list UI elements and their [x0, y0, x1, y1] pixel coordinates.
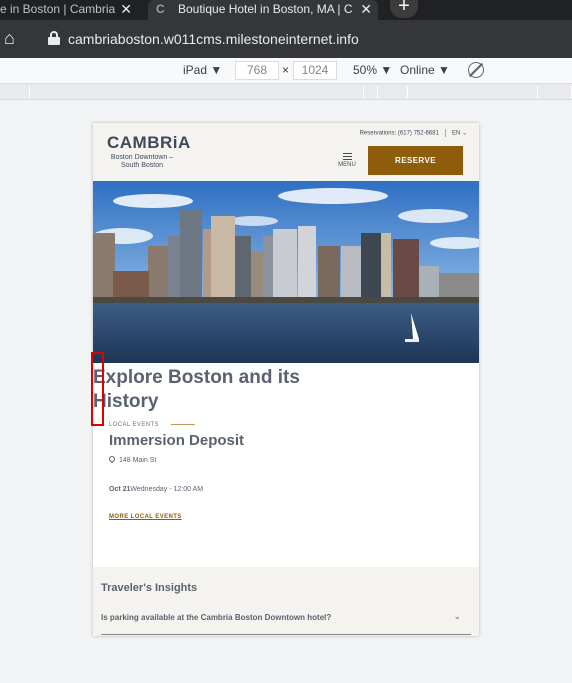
logo[interactable]: CAMBRiA Boston Downtown – South Boston — [107, 133, 197, 170]
network-select[interactable]: Online ▼ — [400, 63, 450, 77]
more-local-events-link[interactable]: MORE LOCAL EVENTS — [109, 514, 182, 520]
favicon-icon: C — [156, 2, 165, 16]
ruler-segment[interactable] — [408, 86, 538, 98]
language-select[interactable]: EN ⌄ — [452, 131, 467, 137]
ruler-segment[interactable] — [364, 86, 378, 98]
lock-icon[interactable] — [48, 31, 60, 45]
logo-subtitle: Boston Downtown – South Boston — [110, 154, 174, 169]
tab-inactive[interactable]: e in Boston | Cambria ✕ — [0, 0, 140, 20]
ruler-segment[interactable] — [30, 86, 364, 98]
hero-image-boston-skyline — [93, 181, 479, 363]
tab-active[interactable]: C Boutique Hotel in Boston, MA | C ✕ — [148, 0, 378, 20]
rotate-icon[interactable] — [468, 62, 484, 78]
device-height-input[interactable]: 1024 — [293, 61, 337, 80]
tab-title: e in Boston | Cambria — [0, 2, 116, 16]
event-time: Wednesday - 12:00 AM — [130, 486, 204, 493]
insights-heading: Traveler's Insights — [101, 582, 198, 594]
zoom-value: 50% — [353, 63, 378, 77]
event-address-row: 148 Main St — [107, 454, 157, 464]
travelers-insights-section: Traveler's Insights Is parking available… — [93, 567, 479, 636]
chevron-down-icon[interactable]: ⌄ — [453, 611, 461, 622]
media-query-ruler — [0, 84, 572, 100]
event-address: 148 Main St — [119, 457, 157, 464]
dimension-x-label: × — [282, 63, 290, 77]
zoom-select[interactable]: 50% ▼ — [353, 63, 392, 77]
ruler-segment[interactable] — [538, 86, 572, 98]
ruler-segment[interactable] — [0, 86, 30, 98]
tab-strip: e in Boston | Cambria ✕ C Boutique Hotel… — [0, 0, 572, 20]
faq-divider — [101, 634, 471, 635]
home-icon[interactable]: ⌂ — [4, 28, 24, 48]
highlight-box — [91, 352, 104, 426]
new-tab-plus-icon[interactable]: + — [390, 0, 418, 18]
close-tab-icon[interactable]: ✕ — [360, 0, 372, 18]
logo-brand: CAMBRiA — [107, 133, 191, 152]
event-name[interactable]: Immersion Deposit — [109, 432, 244, 449]
tab-title: Boutique Hotel in Boston, MA | C — [178, 2, 353, 16]
hamburger-icon — [342, 153, 352, 160]
device-viewport: CAMBRiA Boston Downtown – South Boston R… — [93, 123, 479, 636]
address-bar: ⌂ cambriaboston.w011cms.milestoneinterne… — [0, 20, 572, 58]
close-tab-icon[interactable]: ✕ — [120, 0, 132, 18]
network-value: Online — [400, 63, 435, 77]
reserve-button[interactable]: RESERVE — [368, 146, 463, 175]
device-width-input[interactable]: 768 — [235, 61, 279, 80]
site-header: CAMBRiA Boston Downtown – South Boston R… — [93, 123, 479, 181]
menu-label: MENU — [338, 162, 356, 168]
device-toolbar: iPad ▼ 768 × 1024 50% ▼ Online ▼ — [0, 58, 572, 84]
reservation-line: Reservations: (617) 752-6681 EN ⌄ — [360, 129, 467, 137]
event-category-label: LOCAL EVENTS — [109, 422, 159, 428]
reservation-phone[interactable]: Reservations: (617) 752-6681 — [360, 131, 439, 137]
chevron-down-icon: ⌄ — [461, 130, 467, 137]
location-pin-icon — [107, 454, 117, 464]
faq-question[interactable]: Is parking available at the Cambria Bost… — [101, 613, 331, 622]
section-title: Explore Boston and its History — [93, 367, 300, 412]
new-tab-area: + — [382, 0, 572, 20]
language-label: EN — [451, 130, 461, 137]
event-label-divider — [171, 424, 195, 425]
device-name: iPad — [183, 63, 208, 77]
device-select[interactable]: iPad ▼ — [183, 63, 222, 77]
ruler-segment[interactable] — [378, 86, 408, 98]
event-date: Oct 21 — [109, 486, 131, 493]
event-date-row: Oct 21Wednesday - 12:00 AM — [109, 486, 203, 493]
url-text[interactable]: cambriaboston.w011cms.milestoneinternet.… — [68, 31, 359, 47]
menu-button[interactable]: MENU — [337, 153, 357, 168]
